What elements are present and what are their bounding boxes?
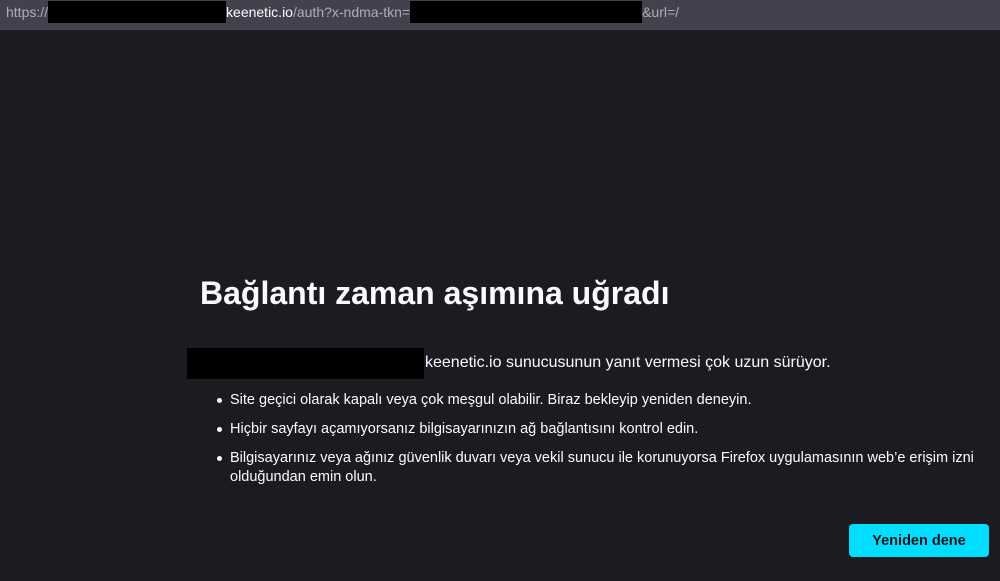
url-host: keenetic.io — [226, 4, 293, 20]
error-tips-list: Site geçici olarak kapalı veya çok meşgu… — [216, 391, 976, 497]
error-description-text: keenetic.io sunucusunun yanıt vermesi ço… — [425, 354, 831, 371]
url-suffix: &url=/ — [642, 4, 680, 20]
error-description: keenetic.io sunucusunun yanıt vermesi ço… — [187, 347, 831, 379]
redacted-subdomain — [48, 1, 227, 23]
retry-button[interactable]: Yeniden dene — [849, 524, 989, 557]
error-title: Bağlantı zaman aşımına uğradı — [200, 275, 670, 311]
url-scheme: https:// — [6, 4, 49, 20]
url-path: /auth?x-ndma-tkn= — [292, 4, 411, 20]
list-item: Site geçici olarak kapalı veya çok meşgu… — [216, 391, 976, 410]
redacted-subdomain — [187, 347, 424, 379]
redacted-token — [410, 1, 643, 23]
list-item: Hiçbir sayfayı açamıyorsanız bilgisayarı… — [216, 420, 976, 439]
address-bar[interactable]: https:// keenetic.io/auth?x-ndma-tkn= &url… — [0, 0, 1000, 30]
list-item: Bilgisayarınız veya ağınız güvenlik duva… — [216, 449, 976, 487]
